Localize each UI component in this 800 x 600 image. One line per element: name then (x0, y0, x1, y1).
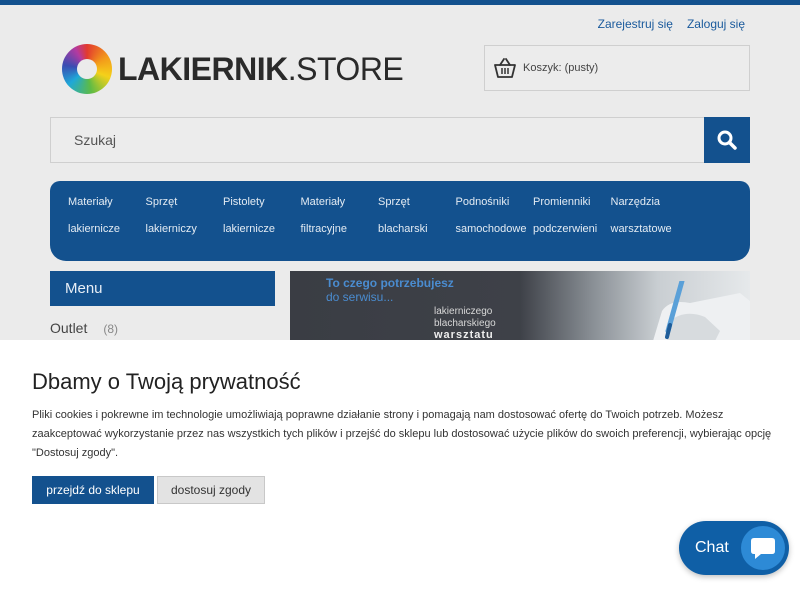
sidebar-item-label: Outlet (50, 320, 88, 336)
nav-item-line2: blacharski (378, 223, 428, 235)
nav-item-line2: filtracyjne (300, 223, 347, 235)
nav-item-line2: podczerwieni (533, 223, 598, 235)
sidebar-item-outlet[interactable]: Outlet (8) (50, 320, 118, 336)
top-accent-bar (0, 0, 800, 5)
nav-item-line2: warsztatowe (610, 223, 672, 235)
nav-item-line1: Sprzęt (145, 196, 178, 208)
nav-item-sprzet-lakierniczy[interactable]: Sprzęt lakierniczy (146, 189, 224, 261)
cookie-consent-panel: Dbamy o Twoją prywatność Pliki cookies i… (0, 340, 800, 600)
chat-bubble-icon (741, 526, 785, 570)
search-button[interactable] (704, 117, 750, 163)
account-links: Zarejestruj się Zaloguj się (598, 17, 745, 31)
nav-item-line2: samochodowe (455, 223, 527, 235)
nav-item-podnosniki-samochodowe[interactable]: Podnośniki samochodowe (456, 189, 534, 261)
cart-box[interactable]: Koszyk: (pusty) (484, 45, 750, 91)
register-link[interactable]: Zarejestruj się (598, 17, 673, 31)
basket-icon (494, 58, 516, 78)
nav-item-pistolety-lakiernicze[interactable]: Pistolety lakiernicze (223, 189, 301, 261)
search-bar (50, 117, 750, 163)
nav-item-line1: Materiały (68, 196, 113, 208)
nav-item-line2: lakiernicze (68, 223, 120, 235)
nav-item-line1: Promienniki (533, 196, 591, 208)
nav-item-line2: lakierniczy (145, 223, 197, 235)
nav-item-materialy-lakiernicze[interactable]: Materiały lakiernicze (68, 189, 146, 261)
promo-banner[interactable]: To czego potrzebujesz do serwisu... laki… (290, 271, 750, 341)
nav-item-materialy-filtracyjne[interactable]: Materiały filtracyjne (301, 189, 379, 261)
nav-item-line1: Sprzęt (378, 196, 410, 208)
nav-item-line1: Narzędzia (610, 196, 661, 208)
logo-text-suffix: .STORE (287, 50, 404, 87)
banner-headline: To czego potrzebujesz (326, 276, 454, 290)
nav-item-promienniki-podczerwieni[interactable]: Promienniki podczerwieni (533, 189, 611, 261)
go-to-shop-button[interactable]: przejdź do sklepu (32, 476, 154, 504)
banner-line-blacharskiego: blacharskiego (434, 318, 496, 329)
chat-widget-button[interactable]: Chat (679, 521, 789, 575)
site-logo[interactable]: LAKIERNIK.STORE (62, 44, 404, 94)
customize-consent-button[interactable]: dostosuj zgody (157, 476, 265, 504)
nav-item-line1: Materiały (300, 196, 346, 208)
search-input[interactable] (51, 118, 705, 162)
nav-item-narzedzia-warsztatowe[interactable]: Narzędzia warsztatowe (611, 189, 689, 261)
gloved-hand-illustration (653, 281, 750, 341)
consent-text: Pliki cookies i pokrewne im technologie … (32, 409, 772, 459)
nav-item-line1: Podnośniki (455, 196, 510, 208)
search-icon (717, 130, 737, 150)
logo-text: LAKIERNIK.STORE (118, 50, 404, 88)
sidebar-item-count: (8) (103, 322, 119, 336)
logo-text-bold: LAKIERNIK (118, 50, 288, 87)
sidebar-menu-heading: Menu (50, 271, 275, 306)
category-nav: Materiały lakiernicze Sprzęt lakierniczy P… (50, 181, 750, 261)
banner-line-lakierniczego: lakierniczego (434, 306, 493, 317)
login-link[interactable]: Zaloguj się (687, 17, 745, 31)
nav-item-line2: lakiernicze (223, 223, 275, 235)
nav-item-line1: Pistolety (223, 196, 265, 208)
logo-ring-icon (62, 44, 112, 94)
consent-title: Dbamy o Twoją prywatność (32, 369, 301, 394)
nav-item-sprzet-blacharski[interactable]: Sprzęt blacharski (378, 189, 456, 261)
chat-label: Chat (695, 539, 729, 556)
cart-label: Koszyk: (pusty) (523, 62, 599, 74)
banner-subheadline: do serwisu... (326, 290, 394, 304)
